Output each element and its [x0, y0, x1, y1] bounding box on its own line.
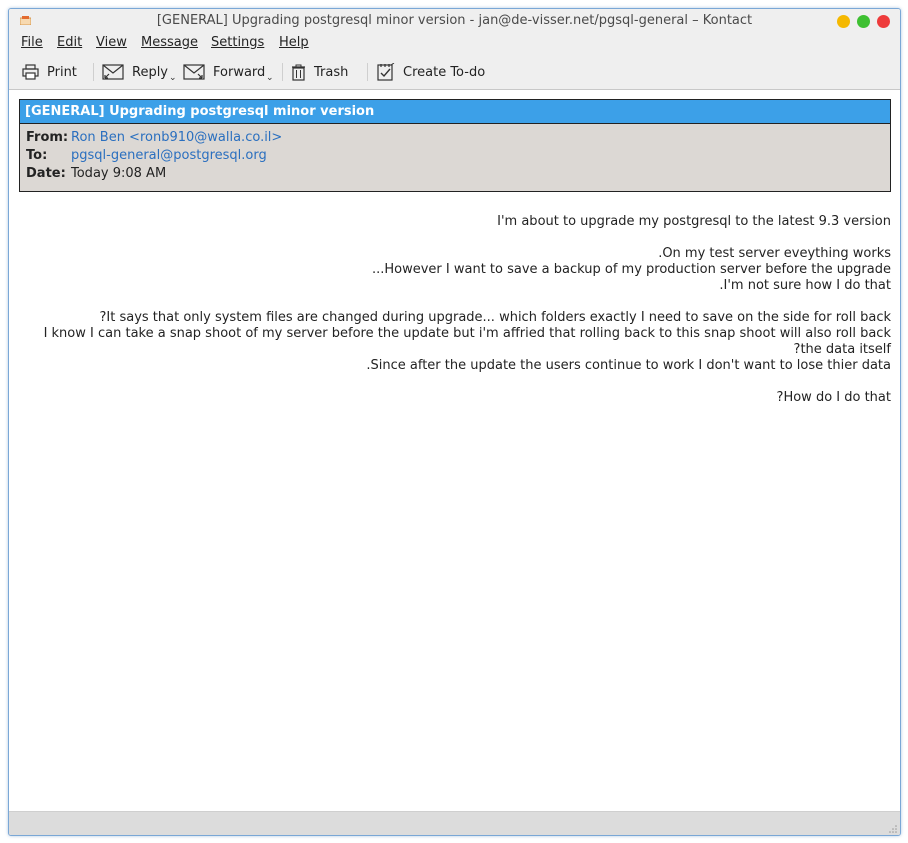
reply-button[interactable]: Reply: [102, 59, 168, 85]
forward-button[interactable]: Forward: [183, 59, 265, 85]
from-label: From:: [26, 130, 69, 145]
menu-message[interactable]: Message: [141, 35, 198, 50]
body-line: [25, 374, 891, 390]
message-viewer[interactable]: [GENERAL] Upgrading postgresql minor ver…: [9, 90, 900, 811]
menu-view[interactable]: View: [96, 35, 127, 50]
toolbar-separator: [93, 63, 94, 81]
menu-help[interactable]: Help: [279, 35, 309, 50]
todo-checklist-icon: [377, 63, 395, 81]
window-title: [GENERAL] Upgrading postgresql minor ver…: [156, 13, 753, 28]
menu-edit[interactable]: Edit: [57, 35, 82, 50]
kontact-window: [GENERAL] Upgrading postgresql minor ver…: [8, 8, 901, 836]
body-line: I'm about to upgrade my postgresql to th…: [497, 214, 891, 229]
date-value: Today 9:08 AM: [71, 166, 167, 181]
trash-button[interactable]: Trash: [291, 59, 348, 85]
body-line: the data itself?: [793, 342, 891, 357]
to-link[interactable]: pgsql-general@postgresql.org: [71, 148, 267, 163]
trash-icon: [292, 64, 305, 81]
resize-grip-icon[interactable]: [887, 823, 897, 833]
close-button[interactable]: [877, 15, 890, 28]
toolbar-separator: [367, 63, 368, 81]
date-label: Date:: [26, 166, 66, 181]
maximize-button[interactable]: [857, 15, 870, 28]
message-body: I'm about to upgrade my postgresql to th…: [25, 214, 891, 406]
minimize-button[interactable]: [837, 15, 850, 28]
toolbar-separator: [282, 63, 283, 81]
body-line: [25, 230, 891, 246]
reply-mail-icon: [102, 64, 124, 80]
create-todo-button[interactable]: Create To-do: [377, 59, 485, 85]
main-toolbar: Print Reply ⌄ Forward ⌄ Trash Create To-…: [9, 55, 900, 90]
from-link[interactable]: Ron Ben <ronb910@walla.co.il>: [71, 130, 282, 145]
trash-label: Trash: [314, 64, 349, 80]
to-label: To:: [26, 148, 48, 163]
body-line: On my test server eveything works.: [658, 246, 891, 261]
print-label: Print: [47, 64, 77, 80]
printer-icon: [22, 64, 39, 80]
message-subject: [GENERAL] Upgrading postgresql minor ver…: [20, 100, 890, 124]
create-todo-label: Create To-do: [403, 64, 486, 80]
forward-label: Forward: [213, 64, 266, 80]
body-line: However I want to save a backup of my pr…: [371, 262, 891, 277]
body-line: [25, 294, 891, 310]
title-bar[interactable]: [GENERAL] Upgrading postgresql minor ver…: [9, 9, 900, 33]
reply-label: Reply: [132, 64, 169, 80]
body-line: I'm not sure how I do that.: [719, 278, 891, 293]
menu-bar: File Edit View Message Settings Help: [9, 33, 900, 55]
body-line: It says that only system files are chang…: [99, 310, 891, 325]
menu-file[interactable]: File: [21, 35, 43, 50]
message-header: [GENERAL] Upgrading postgresql minor ver…: [19, 99, 891, 192]
forward-dropdown-icon[interactable]: ⌄: [266, 73, 274, 83]
body-line: Since after the update the users continu…: [366, 358, 891, 373]
forward-mail-icon: [183, 64, 205, 80]
menu-settings[interactable]: Settings: [211, 35, 264, 50]
print-button[interactable]: Print: [22, 59, 77, 85]
body-line: I know I can take a snap shoot of my ser…: [43, 326, 891, 341]
reply-dropdown-icon[interactable]: ⌄: [169, 73, 177, 83]
status-bar: [9, 811, 900, 835]
body-line: How do I do that?: [776, 390, 891, 405]
